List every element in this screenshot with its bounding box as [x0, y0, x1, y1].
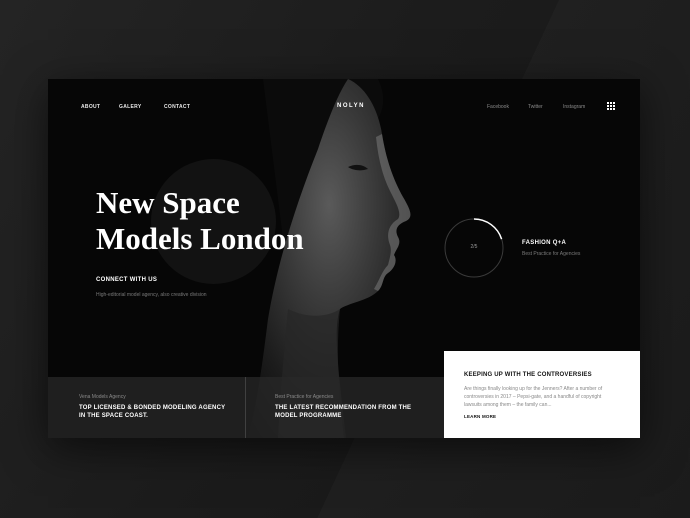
learn-more-link[interactable]: LEARN MORE	[464, 414, 496, 419]
menu-grid-icon[interactable]	[607, 102, 615, 110]
nav-galery-link[interactable]: GALERY	[119, 104, 141, 110]
card-1-kicker: Vena Models Agency	[79, 394, 126, 400]
slide-counter: 2/5	[470, 244, 478, 250]
facebook-link[interactable]: Facebook	[487, 104, 509, 110]
band-divider	[245, 377, 246, 438]
slide-title[interactable]: FASHION Q+A	[522, 240, 566, 246]
card-1-title[interactable]: TOP LICENSED & BONDED MODELING AGENCY IN…	[79, 404, 229, 420]
twitter-link[interactable]: Twitter	[528, 104, 543, 110]
hero-title-line1: New Space	[96, 185, 240, 220]
feature-card: KEEPING UP WITH THE CONTROVERSIES Are th…	[444, 351, 640, 438]
hero-title-line2: Models London	[96, 221, 304, 256]
slide-subtitle: Best Practice for Agencies	[522, 251, 581, 257]
card-2-title[interactable]: THE LATEST RECOMMENDATION FROM THE MODEL…	[275, 404, 425, 420]
feature-body: Are things finally looking up for the Je…	[464, 386, 603, 408]
connect-link[interactable]: CONNECT WITH US	[96, 277, 157, 283]
instagram-link[interactable]: Instagram	[563, 104, 585, 110]
hero-title: New Space Models London	[96, 185, 356, 257]
card-2-kicker: Best Practice for Agencies	[275, 394, 334, 400]
brand-logo[interactable]: NOLYN	[337, 103, 365, 109]
feature-title[interactable]: KEEPING UP WITH THE CONTROVERSIES	[464, 372, 592, 378]
nav-about-link[interactable]: ABOUT	[81, 104, 100, 110]
connect-subtitle: High-editorial model agency, also creati…	[96, 292, 207, 298]
hero-frame: ABOUT GALERY CONTACT NOLYN Facebook Twit…	[48, 79, 640, 438]
nav-contact-link[interactable]: CONTACT	[164, 104, 190, 110]
